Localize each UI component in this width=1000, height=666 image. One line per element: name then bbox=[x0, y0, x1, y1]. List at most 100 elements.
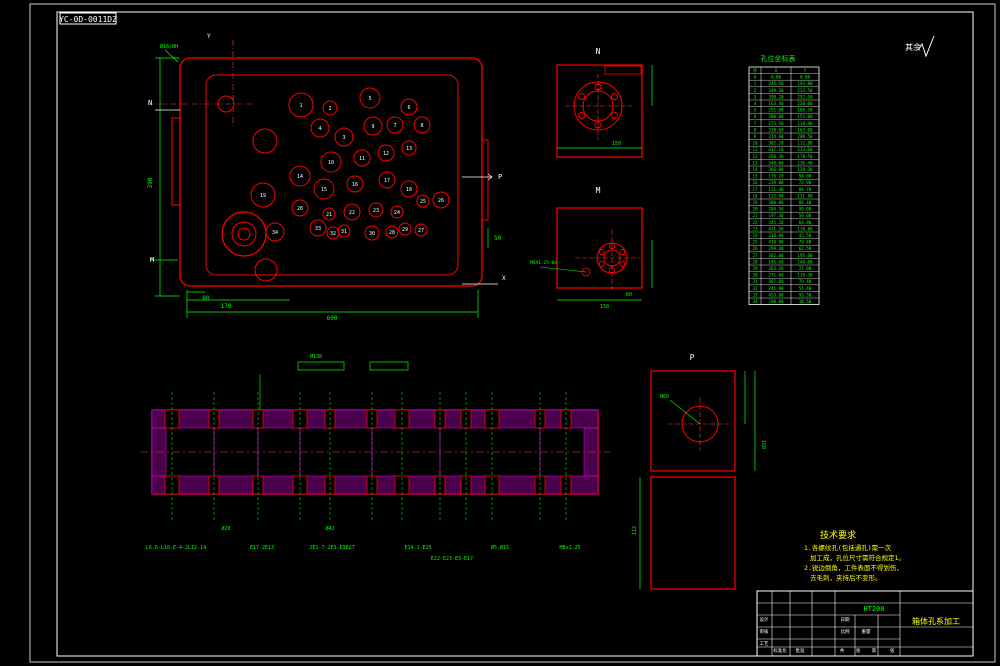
table-cell: 151.80 bbox=[797, 114, 813, 119]
table-cell: 88.40 bbox=[799, 200, 812, 205]
table-cell: 24 bbox=[752, 233, 758, 238]
dim-p-width: 112 bbox=[632, 526, 638, 535]
table-cell: 197.40 bbox=[768, 213, 784, 218]
hole-label: 17 bbox=[384, 178, 390, 184]
axis-label-x: X bbox=[502, 275, 506, 282]
table-cell: 0.00 bbox=[800, 75, 811, 80]
table-cell: 382.20 bbox=[768, 141, 784, 146]
table-cell: 136.40 bbox=[797, 160, 813, 165]
section-dim-label: E14.1-E15 bbox=[404, 545, 431, 551]
table-cell: 195.00 bbox=[797, 253, 813, 258]
table-cell: 94.00 bbox=[799, 174, 812, 179]
dim-p-height: 160 bbox=[760, 440, 766, 449]
part-name: 箱体孔系加工 bbox=[912, 616, 960, 626]
hole-label: 15 bbox=[321, 187, 327, 193]
table-cell: 51.40 bbox=[799, 286, 812, 291]
hole-label: 11 bbox=[359, 156, 365, 162]
table-cell: 79.40 bbox=[799, 279, 812, 284]
table-cell: 178.50 bbox=[797, 154, 813, 159]
table-cell: 163.40 bbox=[768, 101, 784, 106]
tech-notes-title: 技术要求 bbox=[820, 529, 856, 541]
table-cell: 302.00 bbox=[768, 253, 784, 258]
hole-label: 13 bbox=[406, 146, 412, 152]
table-cell: 15 bbox=[752, 174, 758, 179]
hole-label: 1 bbox=[299, 103, 302, 109]
table-cell: 38.50 bbox=[799, 299, 812, 304]
title-block-label: 重量 bbox=[862, 628, 871, 635]
hole-label: 14 bbox=[297, 174, 303, 180]
title-block-label: 共 bbox=[840, 647, 845, 654]
table-cell: 218.00 bbox=[768, 233, 784, 238]
material: HT200 bbox=[863, 605, 884, 613]
section-dim-label: L6.6-L10-E-4-2L12-14 bbox=[146, 545, 206, 551]
table-cell: 0.00 bbox=[771, 75, 782, 80]
hole-label: 6 bbox=[407, 105, 410, 111]
table-cell: 273.50 bbox=[768, 121, 784, 126]
view-label-m: M bbox=[596, 186, 601, 195]
hole-label: 32 bbox=[330, 231, 336, 237]
table-cell: 186.50 bbox=[797, 108, 813, 113]
table-cell: 195.60 bbox=[768, 259, 784, 264]
section-dim-label: Ø42 bbox=[325, 525, 334, 532]
table-cell: 390.20 bbox=[768, 94, 784, 99]
section-dim-label: 2E1-7-2E3-E3E27 bbox=[309, 545, 354, 551]
table-cell: 29 bbox=[752, 266, 758, 271]
table-cell: 111.40 bbox=[768, 187, 784, 192]
table-cell: 380.80 bbox=[768, 200, 784, 205]
table-cell: 453.00 bbox=[768, 292, 784, 297]
table-cell: 10 bbox=[752, 141, 758, 146]
table-cell: 349.30 bbox=[768, 88, 784, 93]
hole-label: 34 bbox=[272, 230, 278, 236]
hole-label: 20 bbox=[297, 206, 303, 212]
table-cell: 450.30 bbox=[768, 154, 784, 159]
hole-label: 28 bbox=[389, 230, 395, 236]
hole-label: 30 bbox=[369, 231, 375, 237]
hole-label: 31 bbox=[341, 229, 347, 235]
hole-label: 10 bbox=[328, 160, 334, 166]
title-block-label: 第 bbox=[872, 647, 877, 654]
dim-height: 390 bbox=[147, 177, 154, 188]
table-cell: 128.30 bbox=[797, 167, 813, 172]
table-cell: 122.80 bbox=[768, 193, 784, 198]
dim-offset-a: 170 bbox=[221, 303, 232, 310]
table-cell: 89.70 bbox=[799, 187, 812, 192]
table-cell: 299.30 bbox=[768, 246, 784, 251]
arrow-label-p: P bbox=[498, 173, 502, 181]
title-block-label: 审核 bbox=[760, 628, 769, 635]
table-cell: 90.00 bbox=[799, 207, 812, 212]
table-cell: 64.80 bbox=[799, 220, 812, 225]
table-cell: 14 bbox=[752, 167, 758, 172]
arrow-label-n: N bbox=[148, 99, 152, 107]
table-cell: 163.00 bbox=[797, 127, 813, 132]
table-cell: 17 bbox=[752, 187, 758, 192]
table-cell: 220.00 bbox=[797, 101, 813, 106]
section-dim-label: Ø5 Ø15 bbox=[491, 544, 509, 551]
table-cell: 112.80 bbox=[797, 141, 813, 146]
table-cell: 417.10 bbox=[768, 147, 784, 152]
title-block-label: 张 bbox=[890, 647, 895, 654]
table-cell: 79.40 bbox=[799, 240, 812, 245]
view-label-p: P bbox=[690, 353, 695, 362]
hole-label: 23 bbox=[373, 208, 379, 214]
section-dim-label: M8x1.25 bbox=[559, 545, 580, 551]
roughness-mark: 其余 bbox=[905, 42, 921, 52]
hole-label: 9 bbox=[371, 124, 374, 130]
table-cell: 21 bbox=[752, 213, 758, 218]
hole-label: 19 bbox=[260, 193, 266, 199]
section-dim-top: Ø138 bbox=[310, 353, 322, 360]
tech-note-2: 加工成，孔位尺寸需符合规定1。 bbox=[810, 553, 905, 562]
axis-label-y: Y bbox=[207, 33, 211, 40]
table-cell: 22 bbox=[752, 220, 758, 225]
table-cell: 13 bbox=[752, 160, 758, 165]
hole-label: 7 bbox=[393, 123, 396, 129]
table-cell: 27 bbox=[752, 253, 758, 258]
table-cell: 31 bbox=[752, 279, 758, 284]
table-cell: 131.80 bbox=[797, 193, 813, 198]
table-cell: 20 bbox=[752, 207, 758, 212]
hole-label: 12 bbox=[383, 151, 389, 157]
hole-label: 21 bbox=[326, 212, 332, 218]
table-cell: 16 bbox=[752, 180, 758, 185]
p-bore-label: Ø60 bbox=[660, 393, 669, 400]
table-cell: 338.60 bbox=[768, 127, 784, 132]
table-cell: 298.00 bbox=[768, 299, 784, 304]
